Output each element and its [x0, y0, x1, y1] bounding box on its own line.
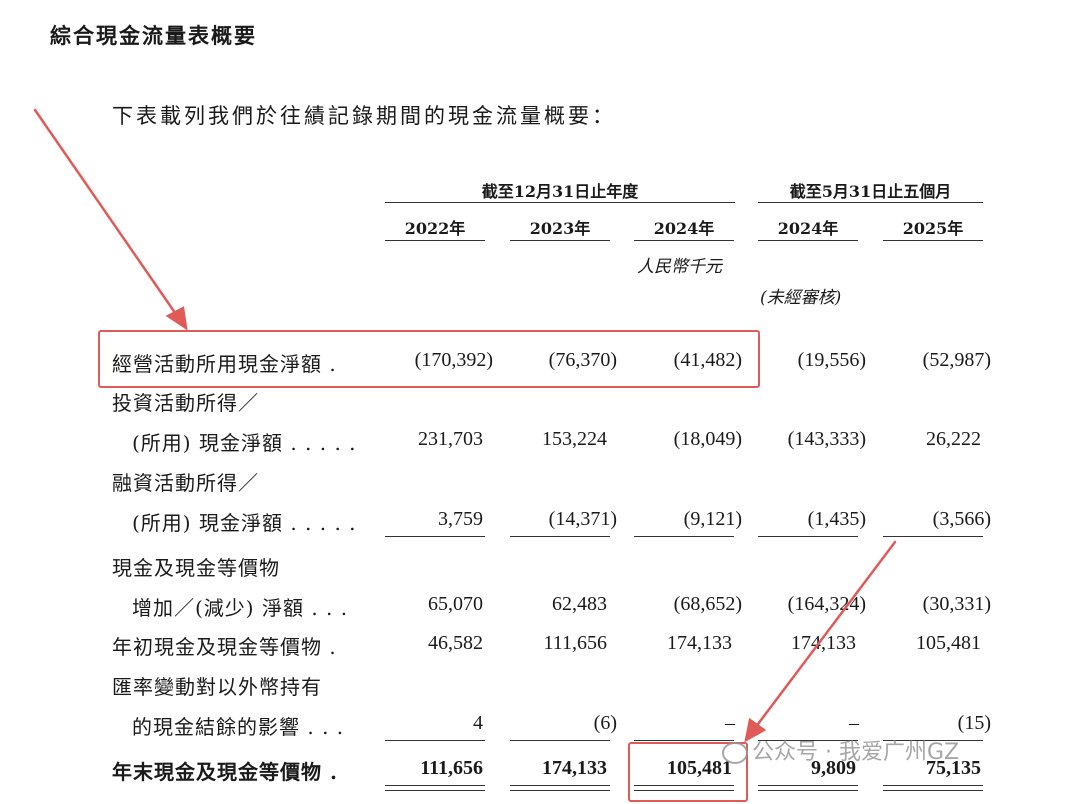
row-label-net-change: 現金及現金等價物 — [112, 556, 280, 580]
highlight-box-operating — [98, 330, 760, 388]
year-underline — [883, 240, 983, 241]
table-cell: 111,656 — [543, 632, 607, 654]
table-cell: 174,133 — [542, 757, 607, 779]
table-cell: (143,333) — [787, 428, 866, 450]
total-double-line — [758, 790, 858, 791]
wechat-icon — [722, 742, 748, 764]
year-underline — [758, 240, 858, 241]
watermark-text: 公众号 · 我爱广州GZ — [752, 740, 960, 765]
row-label-ending: 年末現金及現金等價物 . — [112, 760, 338, 784]
year-header-2024: 2024年 — [653, 219, 715, 238]
year-header-2025-5m: 2025年 — [902, 219, 964, 238]
arrow-head-icon — [165, 306, 188, 331]
table-cell: 174,133 — [667, 632, 732, 654]
group-underline-1 — [385, 202, 735, 203]
total-double-line — [385, 785, 485, 786]
year-underline — [385, 240, 485, 241]
year-header-2022: 2022年 — [404, 219, 466, 238]
year-header-2024-5m: 2024年 — [777, 219, 839, 238]
table-cell: (164,324) — [787, 593, 866, 615]
row-label-financing: 融資活動所得／ — [112, 471, 259, 495]
subtotal-line — [634, 536, 734, 537]
total-double-line — [758, 785, 858, 786]
arrow-to-operating — [33, 108, 182, 322]
table-cell: 65,070 — [428, 593, 483, 615]
year-underline — [510, 240, 610, 241]
row-label-investing-2: (所用) 現金淨額 . . . . . — [132, 431, 357, 455]
table-cell: – — [849, 712, 859, 734]
row-label-beginning: 年初現金及現金等價物 . — [112, 635, 337, 659]
group-header-full-year: 截至12月31日止年度 — [481, 182, 639, 201]
table-cell: 105,481 — [916, 632, 981, 654]
table-cell: (6) — [593, 712, 617, 734]
subtotal-line — [634, 740, 734, 741]
table-cell: 174,133 — [791, 632, 856, 654]
table-cell: (3,566) — [932, 508, 991, 530]
total-double-line — [510, 785, 610, 786]
table-cell: (1,435) — [807, 508, 866, 530]
row-label-net-change-2: 增加／(減少) 淨額 . . . — [132, 596, 349, 620]
group-underline-2 — [758, 202, 983, 203]
total-double-line — [510, 790, 610, 791]
table-cell: 153,224 — [542, 428, 607, 450]
table-cell: (15) — [957, 712, 991, 734]
intro-text: 下表載列我們於往績記錄期間的現金流量概要： — [112, 104, 616, 128]
table-cell: 46,582 — [428, 632, 483, 654]
subtotal-line — [510, 740, 610, 741]
watermark: 公众号 · 我爱广州GZ — [722, 734, 959, 766]
year-header-2023: 2023年 — [529, 219, 591, 238]
year-underline — [634, 240, 734, 241]
table-cell: (19,556) — [797, 349, 866, 371]
section-title: 綜合現金流量表概要 — [50, 24, 257, 48]
unaudited-label: (未經審核) — [760, 288, 842, 308]
table-cell: (9,121) — [683, 508, 742, 530]
table-cell: 26,222 — [926, 428, 981, 450]
group-header-five-months: 截至5月31日止五個月 — [789, 182, 952, 201]
table-cell: (14,371) — [548, 508, 617, 530]
total-double-line — [883, 785, 983, 786]
row-label-fx-effect: 匯率變動對以外幣持有 — [112, 675, 322, 699]
table-cell: (30,331) — [922, 593, 991, 615]
table-cell: 3,759 — [438, 508, 483, 530]
table-cell: – — [725, 712, 735, 734]
table-cell: 111,656 — [420, 757, 483, 779]
subtotal-line — [385, 536, 485, 537]
total-double-line — [883, 790, 983, 791]
subtotal-line — [758, 536, 858, 537]
table-cell: 231,703 — [418, 428, 483, 450]
row-label-investing: 投資活動所得／ — [112, 391, 259, 415]
subtotal-line — [510, 536, 610, 537]
subtotal-line — [385, 740, 485, 741]
table-cell: 4 — [473, 712, 483, 734]
row-label-fx-effect-2: 的現金結餘的影響 . . . — [132, 715, 345, 739]
row-label-financing-2: (所用) 現金淨額 . . . . . — [132, 511, 357, 535]
subtotal-line — [883, 536, 983, 537]
table-cell: (52,987) — [922, 349, 991, 371]
table-cell: 62,483 — [552, 593, 607, 615]
unit-label: 人民幣千元 — [637, 257, 722, 277]
table-cell: (68,652) — [673, 593, 742, 615]
total-double-line — [385, 790, 485, 791]
table-cell: (18,049) — [673, 428, 742, 450]
